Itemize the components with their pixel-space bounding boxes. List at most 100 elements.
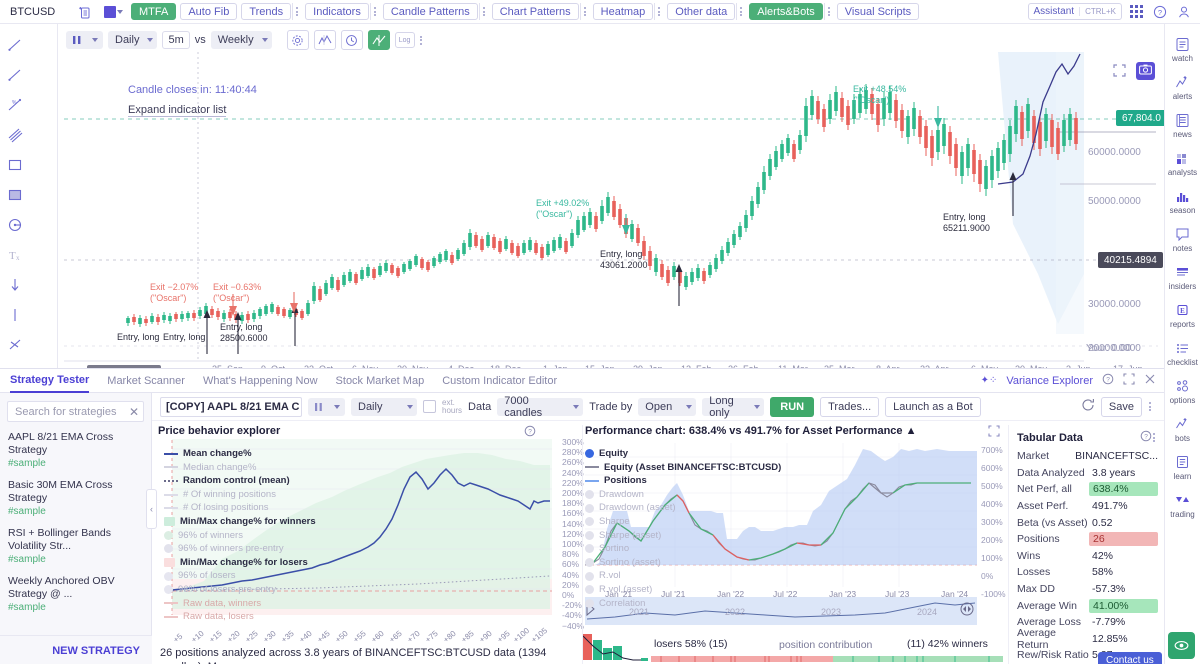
- mtfa-button[interactable]: MTFA: [131, 3, 176, 20]
- alerts-bots-menu-icon[interactable]: [824, 3, 833, 20]
- performance-fullscreen-icon[interactable]: [988, 425, 1000, 440]
- color-swatch-picker[interactable]: [104, 6, 123, 18]
- symbol-label[interactable]: BTCUSD: [6, 6, 70, 18]
- tab-stock-market-map[interactable]: Stock Market Map: [336, 369, 425, 393]
- candlestick-chart[interactable]: 60000.0000 50000.0000 30000.0000 20000.0…: [58, 24, 1164, 368]
- list-item[interactable]: AAPL 8/21 EMA Cross Strategy #sample: [0, 422, 151, 470]
- legend-item[interactable]: Min/Max change% for winners: [164, 515, 316, 529]
- sidebar-item-news[interactable]: news: [1165, 106, 1200, 144]
- direction-selector[interactable]: Long only: [702, 398, 764, 416]
- visual-scripts-button[interactable]: Visual Scripts: [837, 3, 919, 20]
- sidebar-item-alerts[interactable]: alerts: [1165, 68, 1200, 106]
- legend-item[interactable]: Drawdown (asset): [585, 501, 781, 515]
- rectangle-tool[interactable]: [0, 150, 29, 180]
- ray-line-tool[interactable]: [0, 60, 29, 90]
- legend-item[interactable]: Random control (mean): [164, 474, 316, 488]
- panel-fullscreen-icon[interactable]: [1123, 373, 1135, 388]
- panel-help-icon[interactable]: ?: [1102, 373, 1114, 388]
- user-account-icon[interactable]: [1174, 3, 1194, 21]
- list-item[interactable]: Basic 30M EMA Cross Strategy #sample: [0, 470, 151, 518]
- auto-fib-button[interactable]: Auto Fib: [180, 3, 237, 20]
- contact-us-button[interactable]: Contact us: [1098, 652, 1162, 664]
- legend-item[interactable]: Min/Max change% for losers: [164, 556, 316, 570]
- strategy-name-input[interactable]: [COPY] AAPL 8/21 EMA C: [160, 397, 302, 417]
- tab-strategy-tester[interactable]: Strategy Tester: [10, 369, 89, 393]
- candle-patterns-button[interactable]: Candle Patterns: [383, 3, 478, 20]
- sidebar-item-options[interactable]: options: [1165, 372, 1200, 410]
- save-button[interactable]: Save: [1101, 397, 1142, 417]
- trends-button[interactable]: Trends: [241, 3, 291, 20]
- legend-item[interactable]: Sortino (asset): [585, 556, 781, 570]
- vertical-line-tool[interactable]: [0, 300, 29, 330]
- arrow-down-tool[interactable]: [0, 270, 29, 300]
- legend-item[interactable]: Mean change%: [164, 447, 316, 461]
- pbe-help-icon[interactable]: ?: [524, 425, 536, 440]
- data-candles-selector[interactable]: 7000 candles: [497, 398, 583, 416]
- ext-hours-checkbox[interactable]: [423, 400, 436, 413]
- sidebar-item-analysts[interactable]: analysts: [1165, 144, 1200, 182]
- legend-item[interactable]: Sharpe (asset): [585, 529, 781, 543]
- strategy-bar-type-selector[interactable]: [308, 398, 345, 416]
- tab-whats-happening-now[interactable]: What's Happening Now: [203, 369, 318, 393]
- sidebar-item-watch[interactable]: watch: [1165, 30, 1200, 68]
- other-data-button[interactable]: Other data: [667, 3, 735, 20]
- legend-item[interactable]: 96% of losers pre-entry: [164, 583, 316, 597]
- legend-item[interactable]: Equity: [585, 447, 781, 461]
- heatmap-button[interactable]: Heatmap: [593, 3, 654, 20]
- panel-close-icon[interactable]: [1144, 373, 1156, 388]
- tabular-menu-icon[interactable]: [1149, 429, 1158, 446]
- refresh-icon[interactable]: [1081, 398, 1095, 415]
- shaded-rectangle-tool[interactable]: [0, 180, 29, 210]
- sidebar-item-learn[interactable]: learn: [1165, 448, 1200, 486]
- list-item[interactable]: Weekly Anchored OBV Strategy @ ... #samp…: [0, 566, 151, 614]
- legend-item[interactable]: Drawdown: [585, 488, 781, 502]
- info-line-tool[interactable]: %: [0, 90, 29, 120]
- indicators-menu-icon[interactable]: [370, 3, 379, 20]
- chart-patterns-button[interactable]: Chart Patterns: [492, 3, 579, 20]
- indicators-button[interactable]: Indicators: [305, 3, 369, 20]
- trade-by-selector[interactable]: Open: [638, 398, 696, 416]
- legend-item[interactable]: Sharpe: [585, 515, 781, 529]
- clear-search-icon[interactable]: ✕: [129, 405, 139, 419]
- legend-item[interactable]: 96% of winners pre-entry: [164, 542, 316, 556]
- trend-line-tool[interactable]: [0, 30, 29, 60]
- list-item[interactable]: RSI + Bollinger Bands Volatility Str... …: [0, 518, 151, 566]
- search-input[interactable]: [13, 405, 129, 419]
- launch-as-bot-button[interactable]: Launch as a Bot: [885, 397, 981, 417]
- copy-symbol-icon[interactable]: [74, 3, 94, 21]
- save-menu-icon[interactable]: [1145, 398, 1154, 415]
- legend-item[interactable]: # Of winning positions: [164, 488, 316, 502]
- legend-item[interactable]: Median change%: [164, 461, 316, 475]
- strategy-interval-selector[interactable]: Daily: [351, 398, 417, 416]
- run-button[interactable]: RUN: [770, 397, 814, 417]
- alerts-bots-button[interactable]: Alerts&Bots: [749, 3, 822, 20]
- sidebar-item-insiders[interactable]: insiders: [1165, 258, 1200, 296]
- circle-tool[interactable]: [0, 210, 29, 240]
- legend-item[interactable]: Raw data, winners: [164, 597, 316, 611]
- sidebar-item-bots[interactable]: bots: [1165, 410, 1200, 448]
- collapse-panel-handle[interactable]: ‹: [146, 489, 157, 529]
- chart-patterns-menu-icon[interactable]: [580, 3, 589, 20]
- variance-explorer-link[interactable]: Variance Explorer: [1006, 375, 1093, 387]
- parallel-channel-tool[interactable]: [0, 120, 29, 150]
- sidebar-item-season[interactable]: season: [1165, 182, 1200, 220]
- legend-item[interactable]: # Of losing positions: [164, 501, 316, 515]
- trades-button[interactable]: Trades...: [820, 397, 879, 417]
- cross-line-tool[interactable]: [0, 330, 29, 360]
- legend-item[interactable]: Sortino: [585, 542, 781, 556]
- tab-custom-indicator-editor[interactable]: Custom Indicator Editor: [442, 369, 557, 393]
- help-circle-icon[interactable]: ?: [1150, 3, 1170, 21]
- assistant-button[interactable]: Assistant CTRL+K: [1028, 3, 1122, 20]
- sidebar-item-trading[interactable]: trading: [1165, 486, 1200, 524]
- text-tool[interactable]: Tx: [0, 240, 29, 270]
- apps-grid-icon[interactable]: [1126, 3, 1146, 21]
- strategy-search-box[interactable]: ✕: [7, 401, 144, 422]
- legend-item[interactable]: R.vol: [585, 569, 781, 583]
- other-data-menu-icon[interactable]: [736, 3, 745, 20]
- sidebar-item-checklist[interactable]: checklist: [1165, 334, 1200, 372]
- heatmap-menu-icon[interactable]: [654, 3, 663, 20]
- legend-item[interactable]: 96% of losers: [164, 569, 316, 583]
- legend-item[interactable]: Equity (Asset BINANCEFTSC:BTCUSD): [585, 461, 781, 475]
- sidebar-item-reports[interactable]: E reports: [1165, 296, 1200, 334]
- new-strategy-button[interactable]: NEW STRATEGY: [0, 635, 152, 664]
